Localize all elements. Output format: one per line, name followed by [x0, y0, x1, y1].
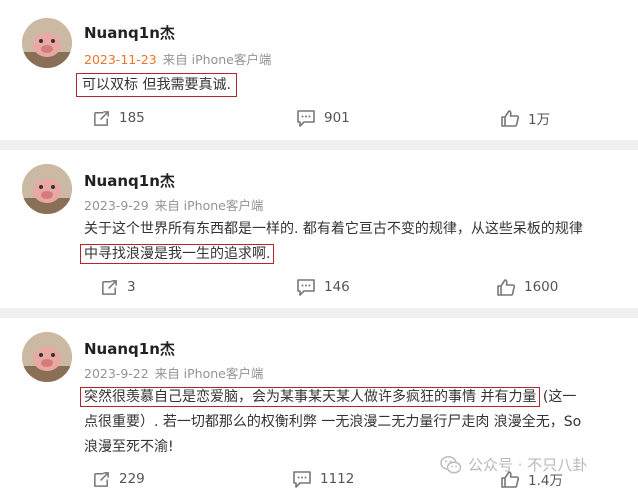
- comment-count: 1112: [320, 471, 355, 487]
- post-source: 来自 iPhone客户端: [154, 198, 264, 213]
- comment-button[interactable]: 901: [296, 106, 350, 130]
- comment-icon: [293, 470, 311, 488]
- like-count: 1万: [528, 112, 551, 128]
- like-button[interactable]: 1万: [500, 106, 550, 130]
- comment-button[interactable]: 1112: [292, 467, 354, 491]
- comment-text: 关于这个世界所有东西都是一样的. 都有着它亘古不变的规律，从这些呆板的规律 中寻…: [79, 217, 616, 267]
- avatar[interactable]: [22, 18, 72, 68]
- avatar[interactable]: [22, 164, 72, 214]
- action-bar: 185 901 1万: [0, 106, 638, 130]
- comment-button[interactable]: 146: [296, 275, 350, 299]
- like-count: 1600: [524, 279, 559, 295]
- repost-count: 185: [119, 110, 145, 126]
- comment-card-1: Nuanq1n杰 2023-11-23 来自 iPhone客户端 可以双标 但我需…: [0, 0, 638, 140]
- comment-highlight: 可以双标 但我需要真诚.: [76, 73, 237, 97]
- post-date[interactable]: 2023-11-23: [84, 52, 157, 67]
- post-date[interactable]: 2023-9-22: [84, 366, 149, 381]
- action-bar: 3 146 1600: [0, 275, 638, 299]
- repost-count: 229: [119, 471, 145, 487]
- username[interactable]: Nuanq1n杰: [84, 22, 175, 43]
- post-source: 来自 iPhone客户端: [154, 366, 264, 381]
- watermark: 公众号 · 不只八卦: [440, 454, 587, 475]
- like-icon: [497, 278, 516, 296]
- comment-tail: (这一: [542, 389, 577, 405]
- repost-button[interactable]: 3: [100, 275, 136, 299]
- username[interactable]: Nuanq1n杰: [84, 170, 175, 191]
- comment-icon: [297, 109, 315, 127]
- comment-count: 146: [324, 279, 350, 295]
- post-date[interactable]: 2023-9-29: [84, 198, 149, 213]
- post-source: 来自 iPhone客户端: [162, 52, 272, 67]
- post-meta: 2023-11-23 来自 iPhone客户端: [84, 49, 271, 68]
- comment-text: 可以双标 但我需要真诚.: [76, 73, 616, 98]
- username[interactable]: Nuanq1n杰: [84, 338, 175, 359]
- comment-text: 突然很羡慕自己是恋爱脑，会为某事某天某人做许多疯狂的事情 并有力量 (这一 点很…: [79, 385, 616, 460]
- like-icon: [501, 109, 520, 127]
- comment-card-2: Nuanq1n杰 2023-9-29 来自 iPhone客户端 关于这个世界所有东…: [0, 150, 638, 308]
- comment-icon: [297, 278, 315, 296]
- comment-highlight: 突然很羡慕自己是恋爱脑，会为某事某天某人做许多疯狂的事情 并有力量: [79, 387, 541, 407]
- watermark-text: 公众号 · 不只八卦: [468, 456, 588, 474]
- post-meta: 2023-9-22 来自 iPhone客户端: [84, 363, 263, 382]
- comment-count: 901: [324, 110, 350, 126]
- post-meta: 2023-9-29 来自 iPhone客户端: [84, 195, 263, 214]
- repost-count: 3: [127, 279, 136, 295]
- comment-highlight: 中寻找浪漫是我一生的追求啊.: [79, 244, 275, 264]
- avatar[interactable]: [22, 332, 72, 382]
- repost-icon: [94, 110, 109, 126]
- like-button[interactable]: 1600: [496, 275, 558, 299]
- repost-button[interactable]: 185: [92, 106, 145, 130]
- repost-button[interactable]: 229: [92, 467, 145, 491]
- comment-line-1: 关于这个世界所有东西都是一样的. 都有着它亘古不变的规律，从这些呆板的规律: [84, 221, 583, 237]
- repost-icon: [102, 279, 117, 295]
- repost-icon: [94, 471, 109, 487]
- comment-line-2: 点很重要）. 若一切都那么的权衡利弊 一无浪漫二无力量行尸走肉 浪漫全无，So: [84, 414, 582, 430]
- wechat-icon: [440, 455, 462, 474]
